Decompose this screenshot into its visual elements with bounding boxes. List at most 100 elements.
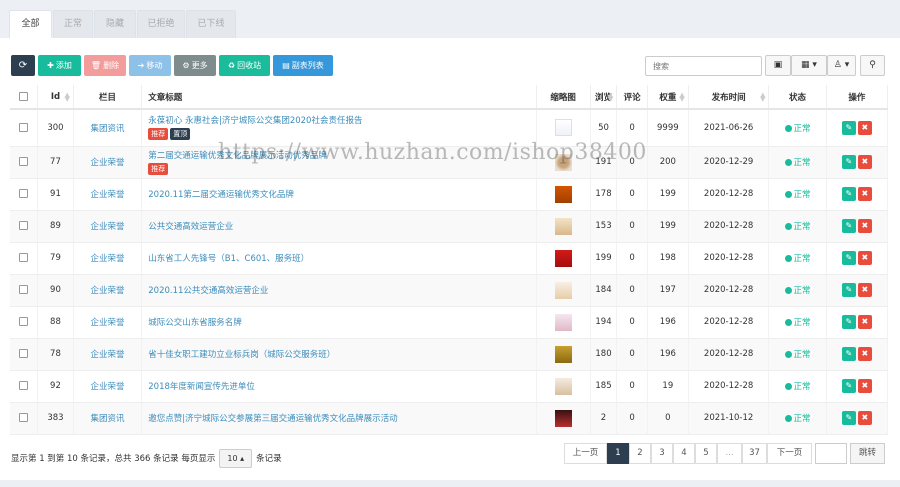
thumbnail-image[interactable] [554,119,572,137]
edit-button[interactable]: ✎ [841,347,856,361]
tab-hidden[interactable]: 隐藏 [94,10,136,38]
header-views[interactable]: 浏览 ▲ ▼ [590,85,618,110]
delete-row-button[interactable]: ✖ [857,155,872,169]
next-page-button[interactable]: 下一页 [767,443,812,464]
edit-button[interactable]: ✎ [841,187,856,201]
status-badge[interactable]: 正常 [784,286,811,296]
edit-button[interactable]: ✎ [841,283,856,297]
columns-button[interactable]: ▦ ▾ [791,55,827,76]
status-badge[interactable]: 正常 [784,254,811,264]
column-link[interactable]: 企业荣誉 [91,350,125,360]
column-link[interactable]: 企业荣誉 [91,254,125,264]
page-2-button[interactable]: 2 [629,443,651,464]
header-weight[interactable]: 权重 ▲ ▼ [647,85,689,110]
column-link[interactable]: 企业荣誉 [91,286,125,296]
delete-row-button[interactable]: ✖ [857,379,872,393]
page-37-button[interactable]: 37 [742,443,767,464]
article-title-link[interactable]: 城际公交山东省服务名牌 [148,318,242,328]
row-checkbox[interactable] [19,381,29,390]
status-badge[interactable]: 正常 [784,158,811,168]
column-link[interactable]: 企业荣誉 [91,222,125,232]
column-link[interactable]: 集团资讯 [91,414,125,424]
tab-all[interactable]: 全部 [9,10,52,38]
tab-rejected[interactable]: 已拒绝 [137,10,185,38]
row-checkbox[interactable] [19,157,29,166]
row-checkbox[interactable] [19,285,29,294]
select-all-checkbox[interactable] [19,91,29,101]
article-title-link[interactable]: 第二届交通运输优秀文化品牌展示活动优秀品牌 [148,151,327,161]
column-link[interactable]: 企业荣誉 [91,382,125,392]
filter-button[interactable]: ♙ ▾ [827,55,856,76]
jump-page-input[interactable] [815,443,847,464]
delete-row-button[interactable]: ✖ [857,283,872,297]
header-id[interactable]: Id ▲ ▼ [37,85,74,110]
move-button[interactable]: ➔ 移动 [129,55,171,76]
row-checkbox[interactable] [19,349,29,358]
more-button[interactable]: ⚙ 更多 [174,55,216,76]
tab-offline[interactable]: 已下线 [186,10,236,38]
page-4-button[interactable]: 4 [673,443,695,464]
prev-page-button[interactable]: 上一页 [564,443,607,464]
delete-row-button[interactable]: ✖ [857,219,872,233]
delete-row-button[interactable]: ✖ [857,251,872,265]
row-checkbox[interactable] [19,122,29,132]
thumbnail-image[interactable] [554,345,572,363]
article-title-link[interactable]: 山东省工人先锋号（B1、C601、服务班） [148,254,309,264]
article-title-link[interactable]: 2018年度新闻宣传先进单位 [148,382,255,392]
edit-button[interactable]: ✎ [841,379,856,393]
refresh-button[interactable]: ⟳ [11,55,35,76]
thumbnail-image[interactable] [554,313,572,331]
delete-row-button[interactable]: ✖ [857,411,872,425]
thumbnail-image[interactable] [554,281,572,299]
article-title-link[interactable]: 公共交通高效运营企业 [148,222,233,232]
status-badge[interactable]: 正常 [784,414,811,424]
column-link[interactable]: 企业荣誉 [91,190,125,200]
page-5-button[interactable]: 5 [695,443,717,464]
sub-list-button[interactable]: ▤ 副表列表 [273,55,333,76]
article-title-link[interactable]: 永葆初心 永惠社会|济宁城际公交集团2020社会责任报告 [148,116,362,126]
header-publish-time[interactable]: 发布时间 ▲ ▼ [688,85,770,110]
article-title-link[interactable]: 省十佳女职工建功立业标兵岗（城际公交服务班） [148,350,335,360]
delete-button[interactable]: 🗑 删除 [84,55,126,76]
edit-button[interactable]: ✎ [841,120,856,135]
delete-row-button[interactable]: ✖ [857,120,872,135]
row-checkbox[interactable] [19,317,29,326]
thumbnail-image[interactable] [554,249,572,267]
status-badge[interactable]: 正常 [784,124,811,134]
tab-normal[interactable]: 正常 [53,10,93,38]
row-checkbox[interactable] [19,221,29,230]
column-link[interactable]: 企业荣誉 [91,318,125,328]
thumbnail-image[interactable] [554,217,572,235]
status-badge[interactable]: 正常 [784,190,811,200]
row-checkbox[interactable] [19,253,29,262]
thumbnail-image[interactable] [554,377,572,395]
row-checkbox[interactable] [19,413,29,422]
jump-button[interactable]: 跳转 [850,443,885,464]
export-button[interactable]: ▣ [765,55,791,76]
thumbnail-image[interactable] [554,153,572,171]
edit-button[interactable]: ✎ [841,155,856,169]
recycle-button[interactable]: ♻ 回收站 [219,55,270,76]
page-3-button[interactable]: 3 [651,443,673,464]
search-button[interactable]: ⚲ [860,55,885,76]
edit-button[interactable]: ✎ [841,315,856,329]
status-badge[interactable]: 正常 [784,222,811,232]
article-title-link[interactable]: 2020.11第二届交通运输优秀文化品牌 [148,190,294,200]
edit-button[interactable]: ✎ [841,411,856,425]
page-1-button[interactable]: 1 [607,443,629,464]
column-link[interactable]: 企业荣誉 [91,158,125,168]
page-size-select[interactable]: 10 ▴ [219,449,253,468]
status-badge[interactable]: 正常 [784,382,811,392]
edit-button[interactable]: ✎ [841,219,856,233]
article-title-link[interactable]: 邀您点赞|济宁城际公交参展第三届交通运输优秀文化品牌展示活动 [148,414,397,424]
search-input[interactable] [645,56,762,76]
row-checkbox[interactable] [19,189,29,198]
delete-row-button[interactable]: ✖ [857,187,872,201]
status-badge[interactable]: 正常 [784,318,811,328]
delete-row-button[interactable]: ✖ [857,315,872,329]
thumbnail-image[interactable] [554,409,572,427]
thumbnail-image[interactable] [554,185,572,203]
delete-row-button[interactable]: ✖ [857,347,872,361]
edit-button[interactable]: ✎ [841,251,856,265]
status-badge[interactable]: 正常 [784,350,811,360]
